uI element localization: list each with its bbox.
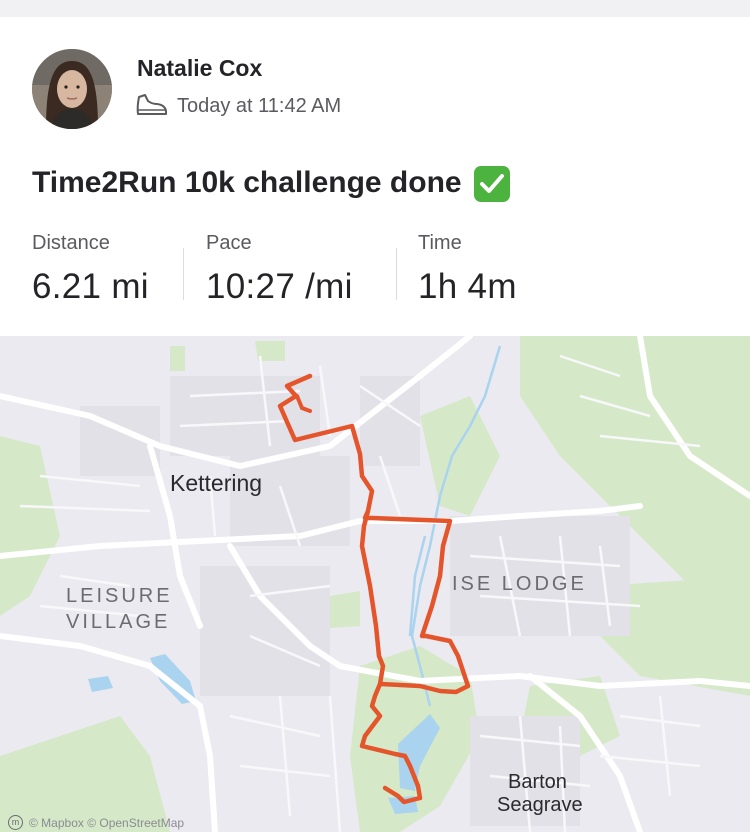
author-name[interactable]: Natalie Cox (137, 55, 262, 82)
stat-label: Time (418, 232, 462, 254)
stat-value: 1h 4m (418, 267, 517, 306)
stat-value: 10:27 /mi (206, 267, 353, 306)
activity-card[interactable]: Natalie Cox Today at 11:42 AM Time2Run 1… (0, 17, 750, 336)
map-label-village-line1: Barton (508, 771, 567, 793)
map-label-village-line2: Seagrave (497, 794, 583, 816)
stat-pace: Pace 10:27 /mi (206, 232, 353, 307)
map-label-area: ISE LODGE (452, 573, 587, 595)
divider (183, 248, 184, 300)
avatar[interactable] (32, 49, 112, 129)
top-strip (0, 0, 750, 17)
map-label-town: Kettering (170, 470, 263, 496)
map-label-area-line2: VILLAGE (66, 611, 171, 633)
mapbox-logo-icon: m (8, 815, 23, 830)
activity-timestamp: Today at 11:42 AM (177, 94, 342, 117)
stat-label: Distance (32, 232, 110, 254)
stat-distance: Distance 6.21 mi (32, 232, 149, 307)
map-label-area-line1: LEISURE (66, 585, 173, 607)
stat-time: Time 1h 4m (418, 232, 517, 307)
route-map[interactable]: Kettering ISE LODGE LEISURE VILLAGE Bart… (0, 336, 750, 832)
shoe-icon (136, 94, 167, 115)
divider (396, 248, 397, 300)
stats-row: Distance 6.21 mi Pace 10:27 /mi Time 1h … (0, 232, 750, 312)
map-attribution[interactable]: m © Mapbox © OpenStreetMap (8, 815, 184, 830)
activity-meta: Today at 11:42 AM (135, 93, 341, 119)
check-mark-icon (473, 166, 510, 202)
stat-value: 6.21 mi (32, 267, 149, 306)
stat-label: Pace (206, 232, 252, 254)
activity-title[interactable]: Time2Run 10k challenge done (32, 165, 510, 202)
activity-title-text[interactable]: Time2Run 10k challenge done (32, 166, 462, 200)
attribution-text[interactable]: © Mapbox © OpenStreetMap (29, 816, 184, 830)
